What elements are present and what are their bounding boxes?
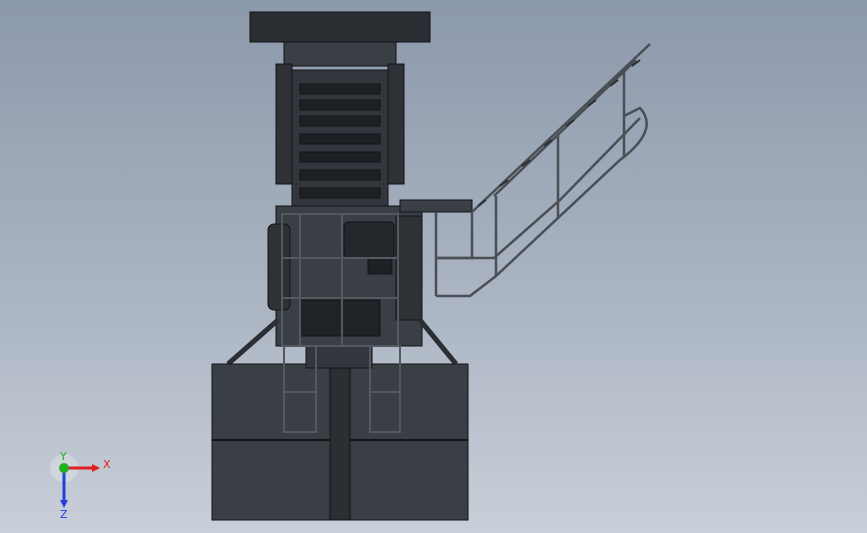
y-axis-dot — [59, 463, 69, 473]
center-chute — [329, 349, 351, 521]
right-column — [387, 63, 405, 185]
left-column — [275, 63, 293, 185]
right-leg — [418, 318, 458, 366]
cad-viewport[interactable]: X Y Z — [0, 0, 867, 533]
machine-3d-model[interactable] — [0, 0, 867, 533]
lower-grate — [299, 299, 381, 337]
left-leg — [226, 318, 280, 366]
motor — [343, 221, 395, 259]
right-drum — [395, 215, 423, 321]
stair-walkway — [434, 43, 651, 298]
z-axis-arrow-head — [60, 500, 68, 508]
top-cap — [249, 11, 431, 43]
side-shelf — [399, 199, 473, 213]
upper-neck — [283, 41, 397, 67]
z-axis-label: Z — [60, 508, 68, 520]
motor-base — [367, 257, 393, 275]
x-axis-label: X — [103, 458, 111, 471]
orientation-triad: X Y Z — [50, 450, 111, 520]
x-axis-arrow-head — [92, 464, 100, 472]
y-axis-label: Y — [59, 450, 67, 463]
